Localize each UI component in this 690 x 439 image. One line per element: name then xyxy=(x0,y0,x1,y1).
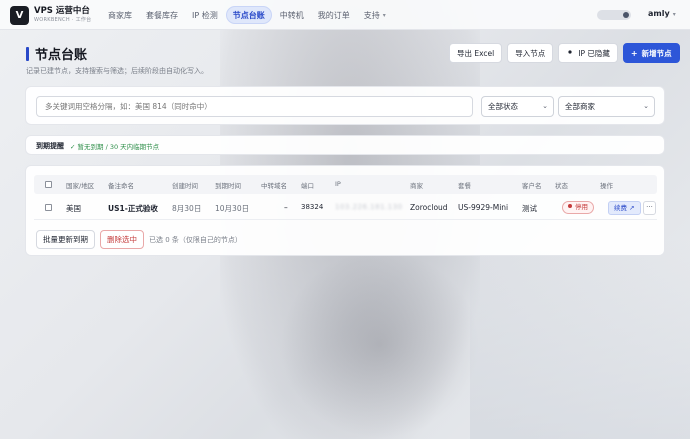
app-logo[interactable]: V xyxy=(10,6,29,25)
bulk-update-expiry-button[interactable]: 批量更新到期 xyxy=(36,230,95,249)
main-nav: 商家库 套餐库存 IP 检测 节点台账 中转机 我的订单 支持 ▾ xyxy=(102,6,392,24)
chevron-down-icon: ⌄ xyxy=(643,102,649,110)
col-relay-domain: 中转域名 xyxy=(261,182,287,190)
page-title: 节点台账 xyxy=(35,48,88,63)
page-subtitle: 记录已建节点，支持搜索与筛选；后续阶段由自动化写入。 xyxy=(26,67,208,75)
status-select-value: 全部状态 xyxy=(488,102,518,111)
vendor-select-value: 全部商家 xyxy=(565,102,595,111)
nav-item-nodes[interactable]: 节点台账 xyxy=(225,6,272,24)
nav-item-orders[interactable]: 我的订单 xyxy=(312,6,356,24)
nodes-table-card: 国家/地区 备注命名 创建时间 到期时间 中转域名 端口 IP 商家 套餐 客户… xyxy=(25,165,665,256)
col-customer: 客户名 xyxy=(522,182,542,190)
user-name: amly xyxy=(648,9,670,18)
import-nodes-button[interactable]: 导入节点 xyxy=(507,43,554,63)
page-header: 节点台账 xyxy=(26,44,87,63)
export-excel-button[interactable]: 导出 Excel xyxy=(449,43,503,63)
col-expires: 到期时间 xyxy=(215,182,241,190)
status-badge-label: 停用 xyxy=(575,203,588,211)
expiry-reminder-title: 到期提醒 xyxy=(36,142,64,150)
toggle-knob xyxy=(623,12,629,18)
nav-item-support-label: 支持 xyxy=(363,10,380,20)
status-badge: 停用 xyxy=(562,201,594,214)
status-dot xyxy=(568,204,572,208)
cell-port: 38324 xyxy=(301,203,324,211)
background-figure-lower xyxy=(280,250,480,439)
col-actions: 操作 xyxy=(600,182,613,190)
add-node-button[interactable]: + 新增节点 xyxy=(622,43,680,63)
col-port: 端口 xyxy=(301,182,314,190)
cell-name: US1-正式验收 xyxy=(108,204,158,213)
table-header: 国家/地区 备注命名 创建时间 到期时间 中转域名 端口 IP 商家 套餐 客户… xyxy=(34,175,657,194)
more-actions-button[interactable]: ··· xyxy=(643,201,656,215)
renew-button[interactable]: 续费 ↗ xyxy=(608,201,641,215)
add-node-label: 新增节点 xyxy=(641,48,672,58)
export-excel-label: 导出 Excel xyxy=(457,48,495,58)
col-created: 创建时间 xyxy=(172,182,198,190)
header-actions: 导出 Excel 导入节点 IP 已隐藏 + 新增节点 xyxy=(449,43,680,63)
cell-customer: 测试 xyxy=(522,204,537,213)
ip-hidden-label: IP 已隐藏 xyxy=(578,48,610,58)
table-row[interactable]: 美国 US1-正式验收 8月30日 10月30日 – 38324 103.226… xyxy=(34,196,657,220)
delete-selected-button[interactable]: 删除选中 xyxy=(100,230,144,249)
nav-item-support[interactable]: 支持 ▾ xyxy=(358,6,392,24)
cell-ip: 103.226.181.130 xyxy=(335,203,403,211)
user-menu[interactable]: amly ▾ xyxy=(648,9,676,18)
row-checkbox[interactable] xyxy=(45,204,52,211)
cell-expires: 10月30日 xyxy=(215,204,250,213)
cell-plan: US-9929-Mini xyxy=(458,203,509,212)
selection-info: 已选 0 条（仅限自己的节点） xyxy=(149,236,242,244)
plus-icon: + xyxy=(630,48,638,58)
nav-item-relay[interactable]: 中转机 xyxy=(274,6,310,24)
app-title: VPS 运营中台 xyxy=(34,6,90,16)
col-plan: 套餐 xyxy=(458,182,471,190)
theme-toggle[interactable] xyxy=(597,10,631,20)
cell-relay-domain: – xyxy=(284,203,288,212)
cell-vendor: Zorocloud xyxy=(410,203,448,212)
chevron-down-icon: ▾ xyxy=(672,11,676,18)
search-input[interactable] xyxy=(36,96,473,117)
cell-country: 美国 xyxy=(66,204,81,213)
status-select[interactable]: 全部状态 ⌄ xyxy=(481,96,554,117)
top-nav-bar: V VPS 运营中台 WORKBENCH · 工作台 商家库 套餐库存 IP 检… xyxy=(0,0,690,30)
title-accent-bar xyxy=(26,46,29,61)
expiry-reminder-card: 到期提醒 ✓ 暂无到期 / 30 天内临期节点 xyxy=(25,135,665,155)
brand: VPS 运营中台 WORKBENCH · 工作台 xyxy=(34,6,91,24)
col-status: 状态 xyxy=(555,182,568,190)
expiry-reminder-message: ✓ 暂无到期 / 30 天内临期节点 xyxy=(70,143,160,151)
cell-created: 8月30日 xyxy=(172,204,202,213)
vendor-select[interactable]: 全部商家 ⌄ xyxy=(558,96,655,117)
nav-item-ip-check[interactable]: IP 检测 xyxy=(186,6,224,24)
app-subtitle: WORKBENCH · 工作台 xyxy=(34,17,92,23)
nav-item-plans[interactable]: 套餐库存 xyxy=(140,6,184,24)
col-name: 备注命名 xyxy=(108,182,134,190)
chevron-down-icon: ▾ xyxy=(382,11,386,19)
chevron-down-icon: ⌄ xyxy=(542,102,548,110)
nav-item-vendors[interactable]: 商家库 xyxy=(102,6,138,24)
col-vendor: 商家 xyxy=(410,182,423,190)
col-ip: IP xyxy=(335,180,341,188)
ip-hidden-toggle-button[interactable]: IP 已隐藏 xyxy=(558,43,618,63)
filter-card: 全部状态 ⌄ 全部商家 ⌄ xyxy=(25,86,665,125)
import-nodes-label: 导入节点 xyxy=(515,48,546,58)
eye-off-icon xyxy=(566,48,574,58)
background-furniture xyxy=(470,240,690,439)
col-country: 国家/地区 xyxy=(66,182,95,190)
select-all-checkbox[interactable] xyxy=(45,181,52,188)
